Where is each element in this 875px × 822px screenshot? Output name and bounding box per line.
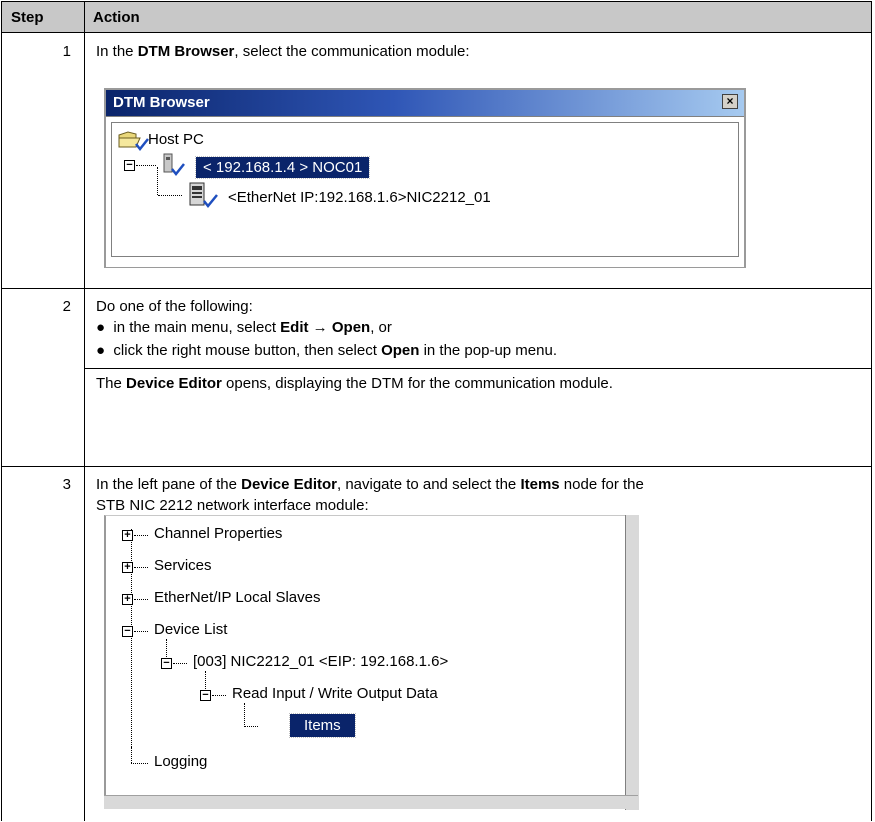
step-2-result: The Device Editor opens, displaying the … [96,373,613,394]
expand-icon[interactable]: + [122,594,133,605]
host-pc-icon [118,131,149,152]
tree-connector [134,631,148,632]
line1-pre: In the left pane of the [96,476,242,493]
line1-mid: , navigate to and select the [336,476,521,493]
line1-bold2: Items [520,476,560,493]
tree-connector [166,639,167,657]
collapse-icon[interactable]: − [200,690,211,701]
tree-connector [134,535,148,536]
tree-node-device-list[interactable]: Device List [154,621,227,638]
tree-node-items[interactable]: Items [289,713,356,738]
tree-node-rw-data[interactable]: Read Input / Write Output Data [232,685,438,702]
tree-connector [244,726,258,727]
tree-connector [212,695,226,696]
step-2-inner-divider [85,368,871,369]
tree-node-services[interactable]: Services [154,557,212,574]
collapse-icon[interactable]: − [122,626,133,637]
tree-connector [244,703,245,725]
bullet-1-arrow: → [308,319,332,336]
dtm-browser-body: Host PC − < 192.168.1.4 > NOC01 <EtherNe… [106,116,744,267]
close-icon[interactable]: × [722,94,738,109]
bullet-2-bold: Open [381,342,420,359]
tree-connector [134,599,148,600]
step-number-3: 3 [62,476,71,493]
dtm-tree-pane: Host PC − < 192.168.1.4 > NOC01 <EtherNe… [111,122,739,257]
expand-icon[interactable]: + [122,530,133,541]
tree-node-logging[interactable]: Logging [154,753,207,770]
step-2-bullet-1: ● in the main menu, select Edit → Open, … [96,317,392,338]
bullet-dot: ● [96,319,114,336]
result-bold: Device Editor [126,375,222,392]
step-2-intro: Do one of the following: [96,298,253,315]
tree-connector [136,165,156,166]
bullet-1-post: , or [370,319,392,336]
tree-node-nic2212[interactable]: <EtherNet IP:192.168.1.6>NIC2212_01 [228,189,491,206]
noc-module-icon [163,153,185,177]
tree-node-host-pc[interactable]: Host PC [148,131,204,148]
line1-post: node for the [559,476,644,493]
bullet-1-bold: Edit [280,319,309,336]
step-1-text-b: , select the communication module: [234,43,470,60]
tree-connector [205,671,206,689]
line1-bold: Device Editor [241,476,337,493]
table-left-border [1,1,2,821]
step-1-text: In the DTM Browser, select the communica… [96,41,470,62]
row-divider-1 [1,288,872,289]
bullet-1-bold2: Open [331,319,371,336]
dtm-browser-window: DTM Browser × Host PC − < 192.168.1.4 > … [104,88,746,268]
tree-connector [131,763,148,764]
tree-bottom-border [104,795,638,809]
step-2-bullet-2: ● click the right mouse button, then sel… [96,340,557,361]
step-3-line-1: In the left pane of the Device Editor, n… [96,474,644,495]
tree-node-noc01[interactable]: < 192.168.1.4 > NOC01 [194,156,371,179]
step-number-2: 2 [62,298,71,315]
dtm-browser-titlebar: DTM Browser × [106,90,744,116]
row-divider-2 [1,466,872,467]
bullet-2-pre: click the right mouse button, then selec… [113,342,382,359]
table-right-border-2 [871,288,872,466]
tree-connector [134,567,148,568]
tree-node-channel-properties[interactable]: Channel Properties [154,525,282,542]
nic-module-icon [189,182,218,208]
bullet-2-post: in the pop-up menu. [419,342,557,359]
dtm-browser-title: DTM Browser [113,94,210,111]
step-1-bold: DTM Browser [137,43,235,60]
tree-connector [131,747,132,763]
tree-right-border [625,515,639,810]
tree-connector [173,663,187,664]
expand-icon[interactable]: + [122,562,133,573]
bullet-dot: ● [96,342,114,359]
header-action: Action [93,9,140,26]
step-number-1: 1 [62,43,71,60]
step-3-line-2: STB NIC 2212 network interface module: [96,497,369,514]
step-1-text-a: In the [96,43,138,60]
table-right-border [871,1,872,288]
tree-connector [158,195,182,196]
table-right-border-3 [871,466,872,821]
result-post: opens, displaying the DTM for the commun… [221,375,613,392]
tree-node-ethernet-slaves[interactable]: EtherNet/IP Local Slaves [154,589,320,606]
collapse-icon[interactable]: − [124,160,135,171]
tree-node-nic2212-device[interactable]: [003] NIC2212_01 <EIP: 192.168.1.6> [193,653,448,670]
device-editor-tree: + Channel Properties + Services + EtherN… [104,515,639,810]
bullet-1-pre: in the main menu, select [113,319,281,336]
column-divider [84,1,85,821]
collapse-icon[interactable]: − [161,658,172,669]
result-pre: The [96,375,127,392]
header-step: Step [11,9,44,26]
table-header: Step Action [1,1,872,33]
